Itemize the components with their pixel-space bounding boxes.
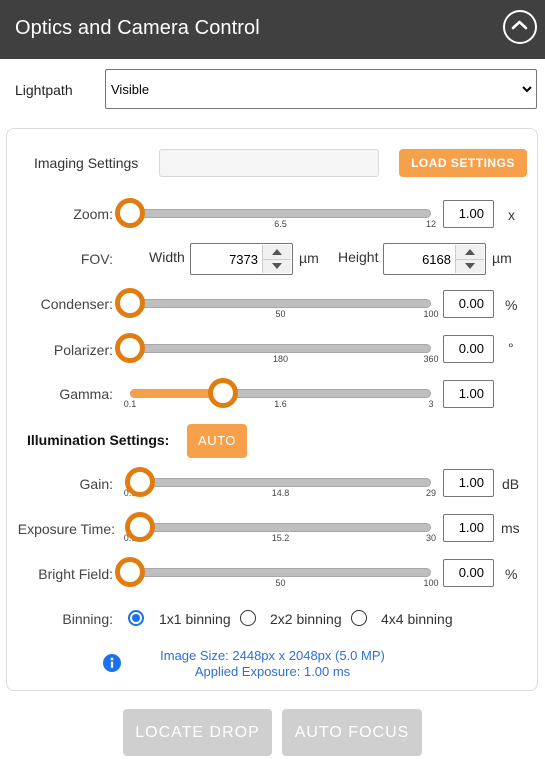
exposure-time-label: Exposure Time: bbox=[17, 521, 115, 537]
condenser-slider-thumb[interactable] bbox=[115, 288, 145, 318]
condenser-unit: % bbox=[505, 297, 518, 313]
imaging-settings-label: Imaging Settings bbox=[34, 155, 139, 171]
brightfield-tick-label: 100 bbox=[423, 578, 439, 588]
gamma-value-input[interactable]: 1.00 bbox=[443, 380, 494, 408]
fov-width-value: 7373 bbox=[229, 252, 258, 267]
brightfield-slider-thumb[interactable] bbox=[115, 557, 145, 587]
gain-tick-label: 14.8 bbox=[271, 488, 290, 498]
gamma-label: Gamma: bbox=[59, 386, 113, 402]
fov-height-increment[interactable] bbox=[456, 245, 484, 260]
gain-value-input[interactable]: 1.00 bbox=[443, 469, 494, 497]
bright-field-label: Bright Field: bbox=[38, 566, 113, 582]
gain-slider-thumb[interactable] bbox=[125, 467, 156, 497]
gain-unit: dB bbox=[502, 476, 520, 492]
polarizer-slider[interactable]: 0180360 bbox=[115, 333, 439, 374]
polarizer-value-input[interactable]: 0.00 bbox=[443, 335, 494, 363]
bright-field-slider[interactable]: 050100 bbox=[115, 557, 439, 598]
zoom-slider-track[interactable] bbox=[130, 209, 431, 218]
polarizer-tick-label: 180 bbox=[272, 354, 289, 364]
zoom-label: Zoom: bbox=[73, 206, 113, 222]
binning-2x2-label[interactable]: 2x2 binning bbox=[270, 611, 342, 627]
exposure-slider-track[interactable] bbox=[130, 523, 431, 532]
exposure-time-slider[interactable]: 0.015.230 bbox=[124, 512, 436, 553]
condenser-tick-label: 50 bbox=[275, 309, 286, 319]
gain-tick-label: 29 bbox=[425, 488, 437, 498]
binning-2x2-radio[interactable] bbox=[240, 610, 256, 626]
polarizer-unit: ° bbox=[508, 340, 514, 356]
condenser-value-input[interactable]: 0.00 bbox=[443, 290, 494, 318]
gain-slider[interactable]: 0.014.829 bbox=[124, 467, 436, 508]
zoom-value-input[interactable]: 1.00 bbox=[443, 200, 494, 228]
zoom-slider[interactable]: 16.512 bbox=[115, 198, 436, 239]
gamma-slider[interactable]: 0.1 1.6 3 bbox=[124, 378, 434, 419]
bright-field-value-input[interactable]: 0.00 bbox=[443, 559, 494, 587]
binning-4x4-radio[interactable] bbox=[351, 610, 367, 626]
zoom-tick-label: 6.5 bbox=[274, 219, 287, 229]
auto-illumination-button[interactable]: AUTO bbox=[187, 424, 247, 458]
image-size-text: Image Size: 2448px x 2048px (5.0 MP) bbox=[160, 648, 385, 663]
binning-1x1-radio[interactable] bbox=[128, 610, 144, 626]
exposure-tick-label: 30 bbox=[425, 533, 437, 543]
polarizer-label: Polarizer: bbox=[53, 342, 113, 358]
triangle-down-icon bbox=[272, 263, 282, 269]
brightfield-tick-label: 50 bbox=[275, 578, 286, 588]
fov-height-value: 6168 bbox=[422, 252, 451, 267]
gain-label: Gain: bbox=[79, 476, 113, 492]
exposure-slider-thumb[interactable] bbox=[125, 512, 156, 542]
condenser-label: Condenser: bbox=[40, 296, 113, 312]
triangle-up-icon bbox=[465, 249, 475, 255]
binning-label: Binning: bbox=[62, 611, 113, 627]
collapse-button[interactable] bbox=[503, 10, 537, 44]
polarizer-tick-label: 360 bbox=[423, 354, 439, 364]
zoom-unit: x bbox=[508, 207, 515, 223]
auto-focus-button[interactable]: AUTO FOCUS bbox=[282, 709, 422, 756]
gamma-tick-label: 0.1 bbox=[123, 399, 137, 409]
fov-height-label: Height bbox=[338, 249, 379, 265]
fov-width-unit: µm bbox=[299, 250, 319, 266]
fov-width-input[interactable]: 7373 bbox=[190, 243, 293, 275]
zoom-slider-thumb[interactable] bbox=[115, 198, 145, 228]
binning-1x1-label[interactable]: 1x1 binning bbox=[159, 611, 231, 627]
fov-width-label: Width bbox=[149, 249, 185, 265]
load-settings-button[interactable]: LOAD SETTINGS bbox=[399, 149, 527, 177]
applied-exposure-text: Applied Exposure: 1.00 ms bbox=[194, 664, 351, 679]
imaging-settings-input[interactable] bbox=[159, 149, 379, 177]
gamma-tick-label: 3 bbox=[428, 399, 434, 409]
chevron-down-icon bbox=[522, 86, 532, 93]
condenser-tick-label: 100 bbox=[423, 309, 439, 319]
fov-label: FOV: bbox=[80, 251, 113, 267]
zoom-tick-label: 12 bbox=[425, 219, 437, 229]
fov-height-decrement[interactable] bbox=[456, 259, 484, 273]
fov-width-increment[interactable] bbox=[263, 245, 291, 260]
gamma-tick-label: 1.6 bbox=[274, 399, 287, 409]
binning-4x4-label[interactable]: 4x4 binning bbox=[381, 611, 453, 627]
exposure-time-value-input[interactable]: 1.00 bbox=[443, 514, 494, 542]
bright-field-unit: % bbox=[505, 566, 518, 582]
brightfield-slider-track[interactable] bbox=[130, 568, 431, 577]
gamma-slider-thumb[interactable] bbox=[208, 378, 239, 408]
illumination-settings-label: Illumination Settings: bbox=[27, 432, 170, 448]
condenser-slider[interactable]: 050100 bbox=[115, 288, 439, 329]
locate-drop-button[interactable]: LOCATE DROP bbox=[123, 709, 272, 756]
exposure-tick-label: 15.2 bbox=[271, 533, 290, 543]
lightpath-select[interactable]: Visible bbox=[105, 69, 537, 109]
polarizer-slider-thumb[interactable] bbox=[115, 333, 145, 363]
fov-height-input[interactable]: 6168 bbox=[383, 243, 486, 275]
lightpath-label: Lightpath bbox=[15, 82, 73, 98]
info-icon bbox=[103, 654, 121, 672]
triangle-up-icon bbox=[272, 249, 282, 255]
fov-width-decrement[interactable] bbox=[263, 259, 291, 273]
condenser-slider-track[interactable] bbox=[130, 299, 431, 308]
chevron-up-icon bbox=[511, 20, 528, 30]
triangle-down-icon bbox=[465, 263, 475, 269]
gain-slider-track[interactable] bbox=[130, 478, 431, 487]
panel-title: Optics and Camera Control bbox=[15, 17, 260, 39]
lightpath-selected-value: Visible bbox=[111, 82, 150, 97]
exposure-time-unit: ms bbox=[501, 520, 520, 536]
fov-height-unit: µm bbox=[492, 250, 512, 266]
polarizer-slider-track[interactable] bbox=[130, 344, 431, 353]
